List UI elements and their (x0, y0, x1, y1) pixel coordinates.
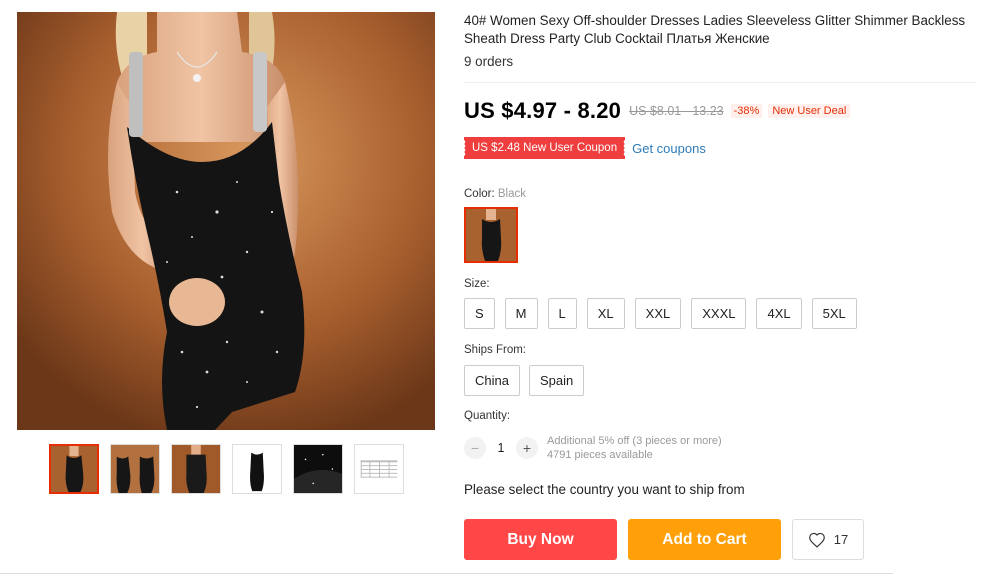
color-label-text: Color: (464, 188, 495, 200)
size-label: Size: (464, 278, 490, 290)
quantity-value[interactable]: 1 (486, 441, 516, 455)
dress-two-views-thumbnail (111, 445, 159, 493)
size-options: S M L XL XXL XXXL 4XL 5XL (464, 298, 857, 329)
thumbnail-5[interactable] (293, 444, 343, 494)
price-row: US $4.97 - 8.20 US $8.01 - 13.23 -38% Ne… (464, 98, 851, 124)
quantity-stepper: − 1 + Additional 5% off (3 pieces or mor… (464, 434, 722, 462)
ship-country-message: Please select the country you want to sh… (464, 482, 745, 497)
color-label: Color: Black (464, 188, 526, 200)
thumbnail-6[interactable] (354, 444, 404, 494)
ships-from-options: China Spain (464, 365, 585, 396)
thumbnail-strip (49, 444, 404, 494)
ships-from-label: Ships From: (464, 344, 526, 356)
dress-white-bg-thumbnail (233, 445, 281, 493)
size-option-5xl[interactable]: 5XL (811, 298, 857, 329)
size-chart-thumbnail (355, 445, 403, 493)
current-price: US $4.97 - 8.20 (464, 98, 622, 123)
size-option-xxl[interactable]: XXL (634, 298, 682, 329)
quantity-label: Quantity: (464, 410, 511, 422)
size-option-xl[interactable]: XL (586, 298, 625, 329)
size-option-m[interactable]: M (504, 298, 538, 329)
size-option-4xl[interactable]: 4XL (756, 298, 802, 329)
black-dress-swatch-image (466, 209, 516, 261)
coupon-row: US $2.48 New User Coupon Get coupons (462, 137, 706, 159)
original-price: US $8.01 - 13.23 (629, 104, 724, 118)
wishlist-button[interactable]: 17 (792, 519, 864, 560)
main-product-image[interactable] (17, 12, 435, 430)
quantity-info: Additional 5% off (3 pieces or more) 479… (547, 434, 722, 462)
action-buttons: Buy Now Add to Cart 17 (464, 519, 864, 560)
size-option-s[interactable]: S (464, 298, 495, 329)
buy-now-button[interactable]: Buy Now (464, 519, 617, 560)
ships-from-spain[interactable]: Spain (528, 365, 585, 396)
divider (464, 82, 976, 83)
selected-color: Black (497, 188, 527, 200)
thumbnail-4[interactable] (232, 444, 282, 494)
fabric-closeup-thumbnail (294, 445, 342, 493)
stock-available: 4791 pieces available (547, 449, 653, 461)
thumbnail-1[interactable] (49, 444, 99, 494)
get-coupons-link[interactable]: Get coupons (632, 141, 706, 156)
ships-from-china[interactable]: China (464, 365, 520, 396)
size-option-xxxl[interactable]: XXXL (691, 298, 747, 329)
dress-photo-illustration (17, 12, 435, 430)
thumbnail-2[interactable] (110, 444, 160, 494)
new-user-deal-badge: New User Deal (768, 104, 851, 118)
product-info: 40# Women Sexy Off-shoulder Dresses Ladi… (464, 12, 984, 69)
product-title: 40# Women Sexy Off-shoulder Dresses Ladi… (464, 13, 966, 46)
quantity-decrease-button[interactable]: − (464, 437, 486, 459)
color-option-black[interactable] (464, 207, 518, 263)
order-count: 9 orders (464, 54, 514, 69)
heart-icon (808, 532, 825, 548)
add-to-cart-button[interactable]: Add to Cart (628, 519, 781, 560)
bottom-divider (0, 573, 893, 574)
bulk-discount-note: Additional 5% off (3 pieces or more) (547, 435, 722, 447)
discount-badge: -38% (730, 104, 763, 118)
dress-back-thumbnail (172, 445, 220, 493)
new-user-coupon[interactable]: US $2.48 New User Coupon (462, 137, 626, 159)
wishlist-count: 17 (833, 532, 849, 547)
dress-front-thumbnail (51, 446, 97, 492)
thumbnail-3[interactable] (171, 444, 221, 494)
size-option-l[interactable]: L (547, 298, 577, 329)
quantity-increase-button[interactable]: + (516, 437, 538, 459)
